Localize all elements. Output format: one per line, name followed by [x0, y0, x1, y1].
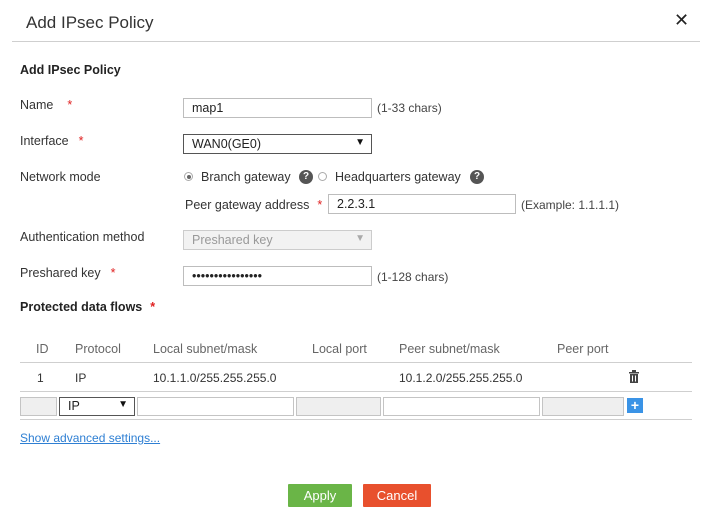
new-peer-port-input — [542, 397, 624, 416]
col-header-peer-subnet: Peer subnet/mask — [399, 342, 500, 356]
headquarters-gateway-label: Headquarters gateway — [335, 170, 461, 184]
dropdown-arrow-icon: ▼ — [355, 233, 365, 244]
auth-method-label: Authentication method — [20, 230, 145, 244]
section-title: Add IPsec Policy — [20, 63, 121, 77]
name-hint: (1-33 chars) — [377, 101, 442, 115]
radio-headquarters-gateway[interactable] — [318, 172, 327, 181]
name-input[interactable] — [183, 98, 372, 118]
col-header-id: ID — [36, 342, 49, 356]
help-icon[interactable]: ? — [299, 170, 313, 184]
flows-title: Protected data flows * — [20, 300, 156, 314]
peer-gateway-hint: (Example: 1.1.1.1) — [521, 198, 620, 212]
new-local-subnet-input[interactable] — [137, 397, 294, 416]
new-local-port-input — [296, 397, 381, 416]
required-mark: * — [78, 134, 84, 148]
apply-button[interactable]: Apply — [288, 484, 352, 507]
peer-gateway-label: Peer gateway address * — [185, 198, 323, 212]
show-advanced-settings-link[interactable]: Show advanced settings... — [20, 431, 160, 445]
required-mark: * — [317, 198, 323, 212]
col-header-local-port: Local port — [312, 342, 367, 356]
preshared-key-label: Preshared key * — [20, 266, 116, 280]
new-peer-subnet-input[interactable] — [383, 397, 540, 416]
required-mark: * — [150, 300, 156, 314]
table-divider — [20, 391, 692, 392]
dialog-title: Add IPsec Policy — [26, 13, 154, 32]
help-icon[interactable]: ? — [470, 170, 484, 184]
interface-select[interactable]: WAN0(GE0) ▼ — [183, 134, 372, 154]
trash-icon[interactable] — [628, 370, 640, 383]
preshared-key-hint: (1-128 chars) — [377, 270, 449, 284]
preshared-key-input[interactable] — [183, 266, 372, 286]
row-peer-subnet: 10.1.2.0/255.255.255.0 — [399, 371, 523, 385]
interface-label: Interface * — [20, 134, 84, 148]
branch-gateway-label: Branch gateway — [201, 170, 291, 184]
col-header-protocol: Protocol — [75, 342, 121, 356]
col-header-local-subnet: Local subnet/mask — [153, 342, 258, 356]
dropdown-arrow-icon: ▼ — [118, 399, 128, 410]
new-id-input — [20, 397, 57, 416]
header-divider — [12, 41, 700, 42]
new-protocol-select[interactable]: IP ▼ — [59, 397, 135, 416]
col-header-peer-port: Peer port — [557, 342, 609, 356]
cancel-button[interactable]: Cancel — [363, 484, 431, 507]
dropdown-arrow-icon: ▼ — [355, 137, 365, 148]
radio-branch-gateway[interactable] — [184, 172, 193, 181]
row-id: 1 — [37, 371, 44, 385]
required-mark: * — [110, 266, 116, 280]
row-protocol: IP — [75, 371, 87, 385]
peer-gateway-input[interactable] — [328, 194, 516, 214]
close-icon[interactable]: ✕ — [674, 10, 689, 31]
name-label: Name * — [20, 98, 73, 112]
row-local-subnet: 10.1.1.0/255.255.255.0 — [153, 371, 277, 385]
required-mark: * — [67, 98, 73, 112]
table-divider — [20, 419, 692, 420]
network-mode-label: Network mode — [20, 170, 101, 184]
plus-icon[interactable]: + — [627, 398, 643, 413]
table-divider — [20, 362, 692, 363]
auth-method-select: Preshared key ▼ — [183, 230, 372, 250]
